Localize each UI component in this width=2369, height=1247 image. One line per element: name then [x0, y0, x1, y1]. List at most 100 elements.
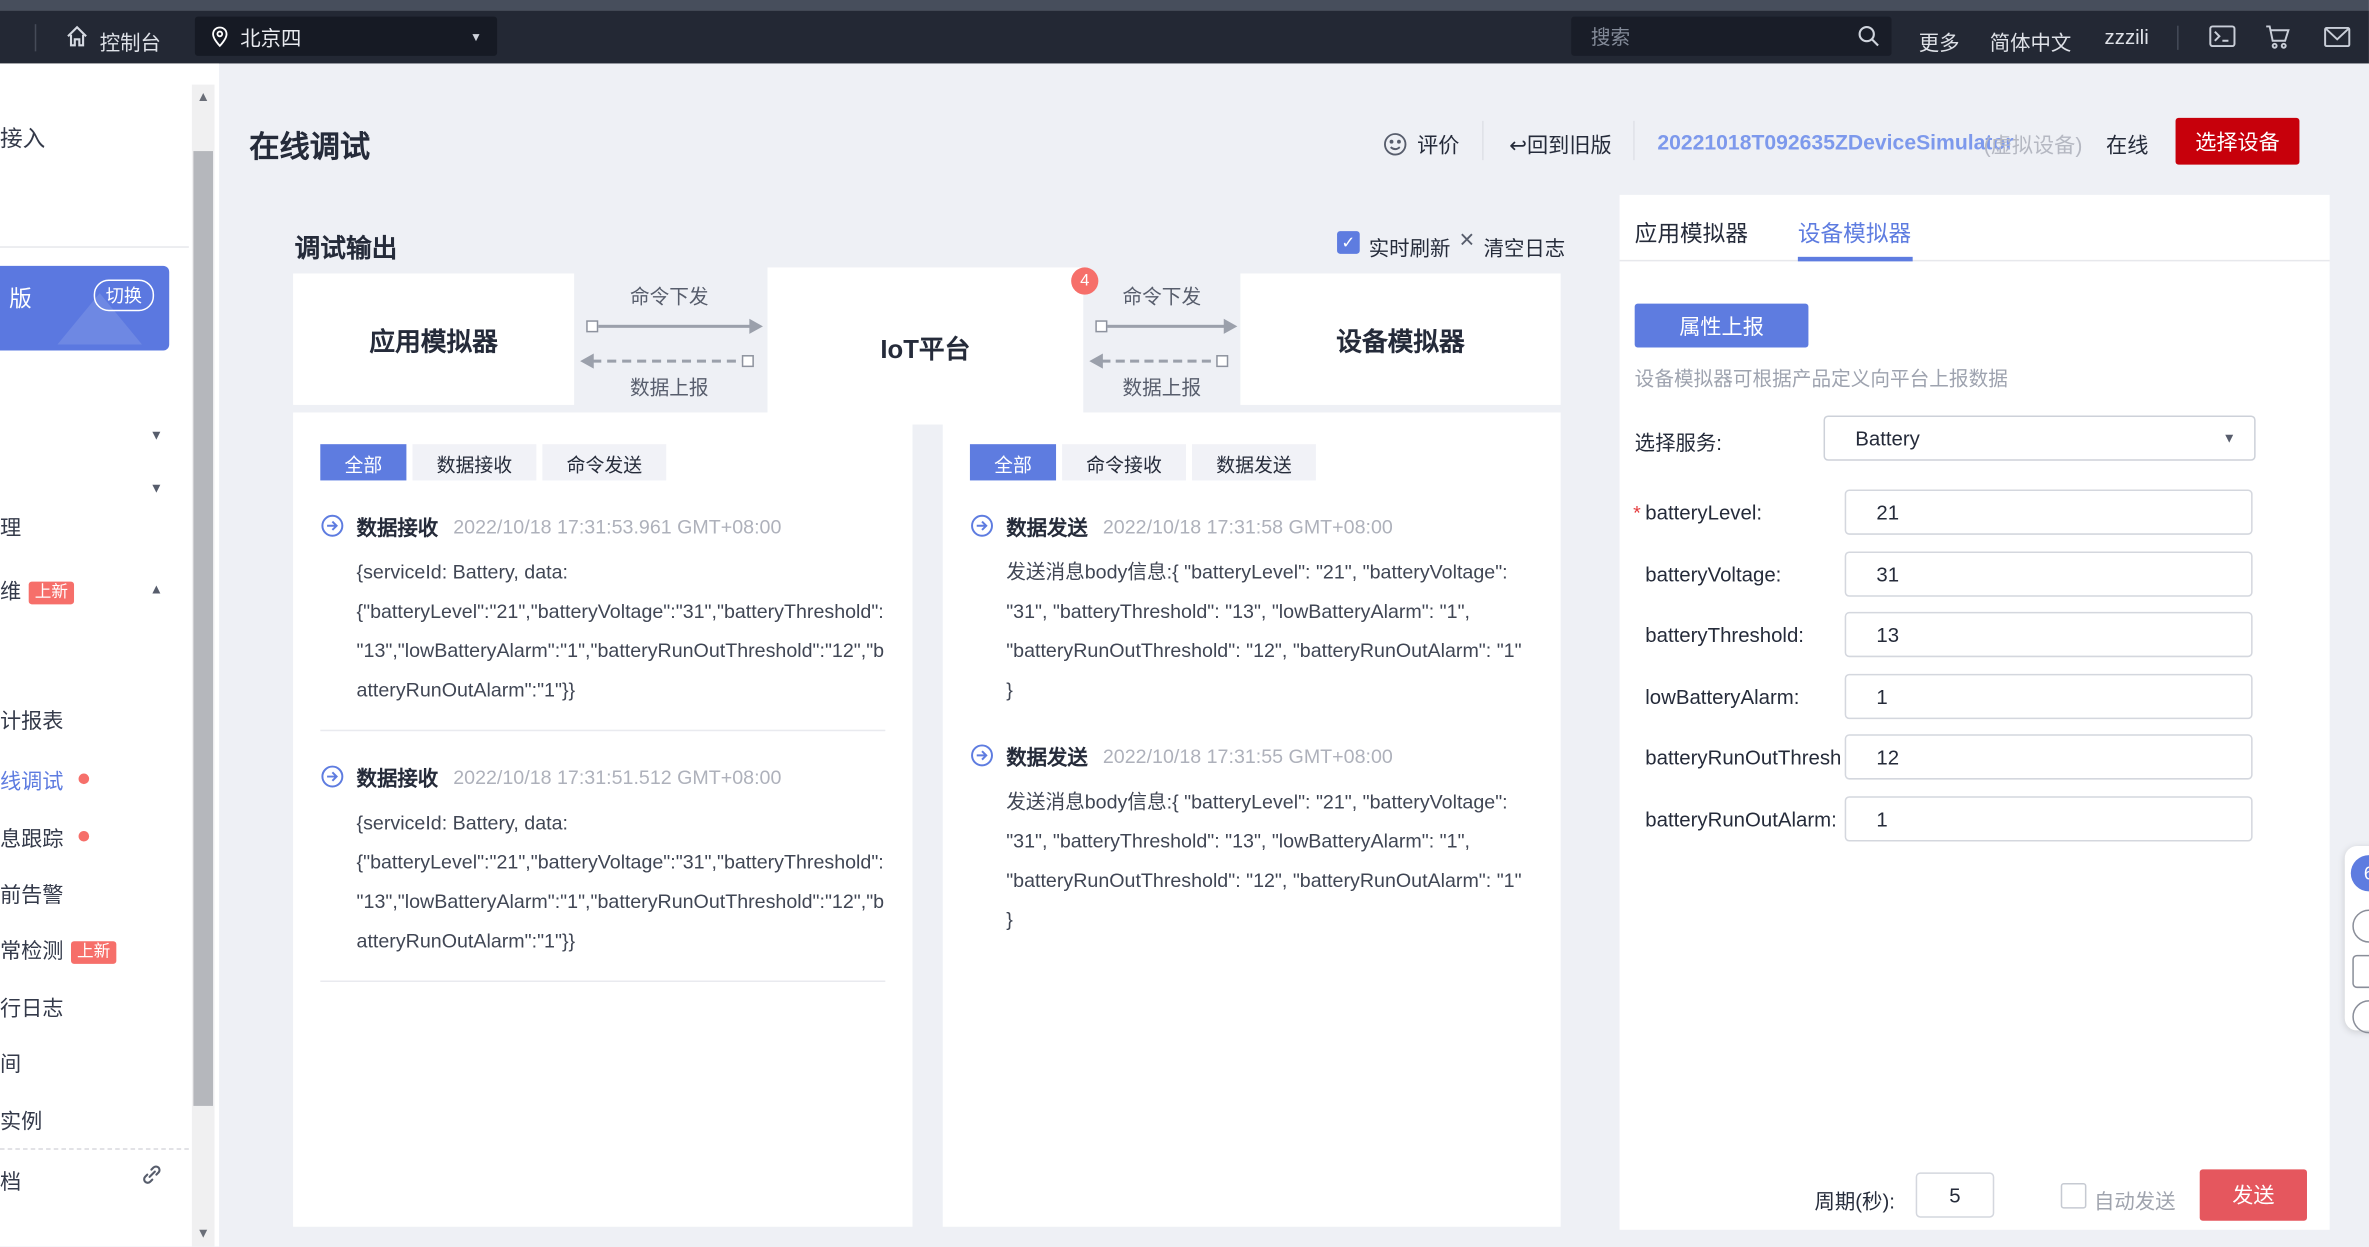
flow-arrow-data-1 — [592, 360, 751, 363]
panel-tab-divider — [1620, 260, 2330, 262]
terminal-icon[interactable] — [2206, 17, 2239, 56]
log-arrow-icon — [970, 743, 994, 767]
flow-node-app-simulator: 应用模拟器 — [293, 273, 574, 404]
field-label-batteryThreshold: batteryThreshold: — [1645, 624, 1840, 647]
sidebar-version-card[interactable]: 版 切换 — [0, 266, 169, 351]
flow-label-data-up-1: 数据上报 — [630, 372, 709, 401]
log-entry-time: 2022/10/18 17:31:51.512 GMT+08:00 — [453, 765, 781, 788]
log-entry: 数据发送 2022/10/18 17:31:58 GMT+08:00 发送消息b… — [970, 511, 1534, 710]
smiley-icon[interactable] — [1378, 124, 1411, 163]
tab-all-right[interactable]: 全部 — [970, 444, 1056, 480]
period-input[interactable] — [1916, 1172, 1995, 1217]
sidebar-item-message-trace[interactable]: 息跟踪 — [0, 823, 63, 853]
search-icon[interactable] — [1857, 24, 1881, 48]
tab-data-receive[interactable]: 数据接收 — [412, 444, 536, 480]
log-entry-body: {serviceId: Battery, data: {"batteryLeve… — [357, 553, 886, 710]
tab-device-simulator[interactable]: 设备模拟器 — [1798, 218, 1911, 250]
flow-label-data-up-2: 数据上报 — [1123, 372, 1202, 401]
report-property-button[interactable]: 属性上报 — [1635, 304, 1809, 348]
log-entry-time: 2022/10/18 17:31:53.961 GMT+08:00 — [453, 514, 781, 537]
realtime-refresh-checkbox[interactable]: ✓ — [1337, 231, 1360, 254]
sidebar-item-run-logs[interactable]: 行日志 — [0, 993, 63, 1023]
region-label: 北京四 — [240, 21, 301, 51]
document-icon[interactable] — [2352, 955, 2369, 988]
batteryVoltage-input[interactable] — [1845, 551, 2253, 596]
return-icon: ↩ — [1509, 133, 1527, 157]
sidebar-collapse-arrow-2[interactable]: ▼ — [150, 480, 163, 495]
region-selector[interactable]: 北京四 ▼ — [195, 17, 497, 56]
sidebar-scrollbar[interactable]: ▲ ▼ — [192, 85, 215, 1247]
tab-command-send[interactable]: 命令发送 — [542, 444, 666, 480]
batteryThreshold-input[interactable] — [1845, 612, 2253, 657]
log-entry-head: 数据接收 2022/10/18 17:31:53.961 GMT+08:00 — [320, 511, 885, 541]
window-top-strip — [0, 0, 2369, 11]
back-to-old-link[interactable]: ↩回到旧版 — [1509, 130, 1611, 160]
online-debug-page: 控制台 北京四 ▼ 更多 简体中文 zzzili 接入 — [0, 0, 2369, 1246]
sidebar-item-manage[interactable]: 理 — [0, 512, 21, 542]
field-label-batteryLevel: batteryLevel: — [1645, 502, 1840, 525]
flow-node-device-simulator: 设备模拟器 — [1240, 273, 1560, 404]
log-entry-time: 2022/10/18 17:31:58 GMT+08:00 — [1103, 514, 1393, 537]
select-device-button[interactable]: 选择设备 — [2176, 118, 2300, 165]
scroll-down-icon[interactable]: ▼ — [192, 1225, 215, 1240]
sidebar-collapse-arrow-1[interactable]: ▼ — [150, 428, 163, 443]
chevron-down-icon: ▼ — [2223, 431, 2236, 446]
sidebar-item-ops[interactable]: 维上新 — [0, 576, 74, 606]
auto-send-checkbox[interactable] — [2061, 1183, 2087, 1209]
sidebar-item-online-debug[interactable]: 线调试 — [0, 766, 63, 796]
tab-command-receive[interactable]: 命令接收 — [1062, 444, 1186, 480]
sidebar-divider — [0, 246, 189, 248]
notification-badge[interactable]: 6 — [2351, 855, 2369, 891]
sidebar-item-reports[interactable]: 计报表 — [0, 706, 63, 736]
help-icon[interactable] — [2352, 1000, 2369, 1033]
service-select[interactable]: Battery ▼ — [1824, 415, 2256, 460]
clear-log-label[interactable]: 清空日志 — [1484, 231, 1566, 261]
chevron-down-icon: ▼ — [470, 29, 482, 43]
more-menu[interactable]: 更多 — [1919, 26, 1960, 56]
batteryRunOutAlarm-input[interactable] — [1845, 796, 2253, 841]
home-icon[interactable] — [60, 17, 93, 56]
search-input[interactable] — [1571, 25, 1857, 48]
tab-all-left[interactable]: 全部 — [320, 444, 406, 480]
sidebar-item-current-alarms[interactable]: 前告警 — [0, 879, 63, 909]
sidebar-item-instance[interactable]: 实例 — [0, 1106, 42, 1136]
log-entry: 数据接收 2022/10/18 17:31:53.961 GMT+08:00 {… — [320, 511, 885, 710]
scroll-up-icon[interactable]: ▲ — [192, 89, 215, 104]
version-switch-button[interactable]: 切换 — [94, 279, 154, 311]
log-entry-head: 数据接收 2022/10/18 17:31:51.512 GMT+08:00 — [320, 761, 885, 791]
field-label-batteryVoltage: batteryVoltage: — [1645, 564, 1840, 587]
log-entry: 数据发送 2022/10/18 17:31:55 GMT+08:00 发送消息b… — [970, 740, 1534, 939]
external-link-icon[interactable] — [141, 1163, 164, 1193]
device-log-tabs: 全部 命令接收 数据发送 — [970, 444, 1534, 480]
sidebar-item-anomaly-detect[interactable]: 常检测上新 — [0, 935, 116, 965]
scrollbar-thumb[interactable] — [193, 151, 213, 1106]
feedback-link[interactable]: 评价 — [1417, 130, 1459, 160]
device-status: 在线 — [2106, 130, 2148, 160]
sidebar-item-space[interactable]: 间 — [0, 1048, 21, 1078]
cart-icon[interactable] — [2262, 17, 2295, 56]
sidebar-collapse-arrow-3[interactable]: ▲ — [150, 582, 163, 597]
support-icon[interactable] — [2352, 910, 2369, 943]
sidebar-section-access[interactable]: 接入 — [0, 122, 45, 154]
flow-label-cmd-down-2: 命令下发 — [1123, 281, 1202, 310]
debug-output-title: 调试输出 — [295, 227, 398, 265]
message-trace-dot — [79, 831, 90, 842]
command-count-badge: 4 — [1071, 267, 1098, 294]
location-pin-icon — [210, 25, 230, 48]
username-menu[interactable]: zzzili — [2105, 26, 2149, 49]
mail-icon[interactable] — [2321, 17, 2354, 56]
tab-app-simulator[interactable]: 应用模拟器 — [1635, 218, 1748, 250]
batteryRunOutThreshold-input[interactable] — [1845, 734, 2253, 779]
search-box — [1571, 17, 1891, 56]
app-log-column: 全部 数据接收 命令发送 数据接收 2022/10/18 17:31:53.96… — [293, 412, 912, 1226]
device-name-link[interactable]: 20221018T092635ZDeviceSimulator — [1657, 130, 2013, 154]
lowBatteryAlarm-input[interactable] — [1845, 674, 2253, 719]
sidebar-item-docs[interactable]: 档 — [0, 1166, 21, 1196]
log-arrow-icon — [320, 514, 344, 538]
language-selector[interactable]: 简体中文 — [1990, 26, 2072, 56]
tab-data-send[interactable]: 数据发送 — [1192, 444, 1316, 480]
send-button[interactable]: 发送 — [2200, 1169, 2307, 1220]
console-link[interactable]: 控制台 — [100, 26, 161, 56]
clear-log-icon[interactable]: × — [1459, 225, 1474, 255]
batteryLevel-input[interactable] — [1845, 489, 2253, 534]
